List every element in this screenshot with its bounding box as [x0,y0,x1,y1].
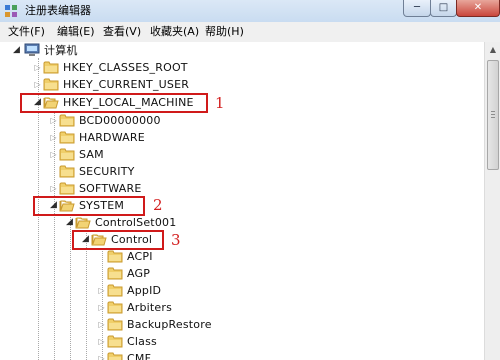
folder-icon [107,335,123,348]
vertical-scrollbar[interactable]: ▲ [484,42,500,360]
tree-node-appid[interactable]: ▷ AppID [0,282,480,299]
collapsed-arrow-icon[interactable]: ▷ [97,336,106,347]
folder-icon [107,267,123,280]
tree-node-label: 计算机 [44,44,78,57]
close-icon: ✕ [473,2,483,13]
menu-edit[interactable]: 编辑(E) [57,25,95,39]
tree-node-computer[interactable]: ◢ 计算机 [0,42,480,59]
folder-icon [59,131,75,144]
folder-icon [59,148,75,161]
collapsed-arrow-icon[interactable]: ▷ [49,115,58,126]
scrollbar-thumb[interactable] [487,60,499,170]
menu-favorites[interactable]: 收藏夹(A) [150,25,199,39]
registry-editor-icon [5,5,17,17]
minimize-button[interactable]: ─ [403,0,431,17]
tree-node-backuprestore[interactable]: ▷ BackupRestore [0,316,480,333]
expanded-arrow-icon[interactable]: ◢ [65,217,74,228]
tree-node-label: CMF [127,352,152,360]
highlight-box-1 [20,93,208,113]
tree-node-sam[interactable]: ▷ SAM [0,146,480,163]
folder-icon [107,352,123,360]
tree-node-software[interactable]: ▷ SOFTWARE [0,180,480,197]
tree-node-label: SAM [79,148,104,161]
tree-node-agp[interactable]: AGP [0,265,480,282]
tree-node-label: HKEY_CLASSES_ROOT [63,61,188,74]
tree-node-cmf[interactable]: ▷ CMF [0,350,480,360]
scroll-up-arrow-icon[interactable]: ▲ [485,42,500,58]
collapsed-arrow-icon[interactable]: ▷ [33,79,42,90]
tree-node-security[interactable]: SECURITY [0,163,480,180]
expanded-arrow-icon[interactable]: ◢ [12,45,21,56]
maximize-icon: □ [438,2,449,13]
tree-node-hardware[interactable]: ▷ HARDWARE [0,129,480,146]
tree-node-label: HARDWARE [79,131,145,144]
folder-icon [107,284,123,297]
folder-icon [107,318,123,331]
window-title: 注册表编辑器 [25,4,91,17]
folder-icon [59,182,75,195]
menu-file[interactable]: 文件(F) [8,25,45,39]
tree-node-acpi[interactable]: ACPI [0,248,480,265]
tree-node-label: HKEY_CURRENT_USER [63,78,190,91]
folder-icon [59,114,75,127]
tree-node-label: BackupRestore [127,318,212,331]
folder-icon [43,61,59,74]
minimize-icon: ─ [413,2,421,13]
folder-icon [43,78,59,91]
tree-node-label: ControlSet001 [95,216,177,229]
tree-node-label: SECURITY [79,165,135,178]
annotation-number-1: 1 [215,94,225,112]
collapsed-arrow-icon[interactable]: ▷ [97,319,106,330]
tree-node-class[interactable]: ▷ Class [0,333,480,350]
collapsed-arrow-icon[interactable]: ▷ [49,183,58,194]
tree-node-controlset001[interactable]: ◢ ControlSet001 [0,214,480,231]
collapsed-arrow-icon[interactable]: ▷ [49,149,58,160]
maximize-button[interactable]: □ [430,0,457,17]
tree-node-label: SOFTWARE [79,182,142,195]
annotation-number-2: 2 [153,196,163,214]
tree-node-bcd[interactable]: ▷ BCD00000000 [0,112,480,129]
collapsed-arrow-icon[interactable]: ▷ [49,132,58,143]
tree-node-label: BCD00000000 [79,114,161,127]
highlight-box-3 [72,230,164,250]
folder-open-icon [75,217,91,229]
grip-line [491,111,495,112]
tree-node-hkey-classes-root[interactable]: ▷ HKEY_CLASSES_ROOT [0,59,480,76]
highlight-box-2 [33,196,145,216]
menu-bar: 文件(F) 编辑(E) 查看(V) 收藏夹(A) 帮助(H) [0,22,500,43]
tree-node-arbiters[interactable]: ▷ Arbiters [0,299,480,316]
title-bar: 注册表编辑器 ─ □ ✕ [0,0,500,23]
menu-view[interactable]: 查看(V) [103,25,141,39]
folder-icon [107,250,123,263]
tree-node-label: ACPI [127,250,153,263]
grip-line [491,114,495,115]
registry-tree: ◢ 计算机 ▷ HKEY_CLASSES_ROOT ▷ HKEY_CURRENT… [0,42,484,360]
collapsed-arrow-icon[interactable]: ▷ [97,353,106,360]
grip-line [491,117,495,118]
tree-node-label: Class [127,335,157,348]
menu-help[interactable]: 帮助(H) [205,25,244,39]
tree-node-hkey-current-user[interactable]: ▷ HKEY_CURRENT_USER [0,76,480,93]
tree-node-label: AGP [127,267,151,280]
collapsed-arrow-icon[interactable]: ▷ [33,62,42,73]
collapsed-arrow-icon[interactable]: ▷ [97,285,106,296]
close-button[interactable]: ✕ [456,0,500,17]
computer-icon [24,43,40,56]
folder-icon [107,301,123,314]
annotation-number-3: 3 [171,231,181,249]
tree-node-label: AppID [127,284,162,297]
tree-node-label: Arbiters [127,301,173,314]
collapsed-arrow-icon[interactable]: ▷ [97,302,106,313]
folder-icon [59,165,75,178]
